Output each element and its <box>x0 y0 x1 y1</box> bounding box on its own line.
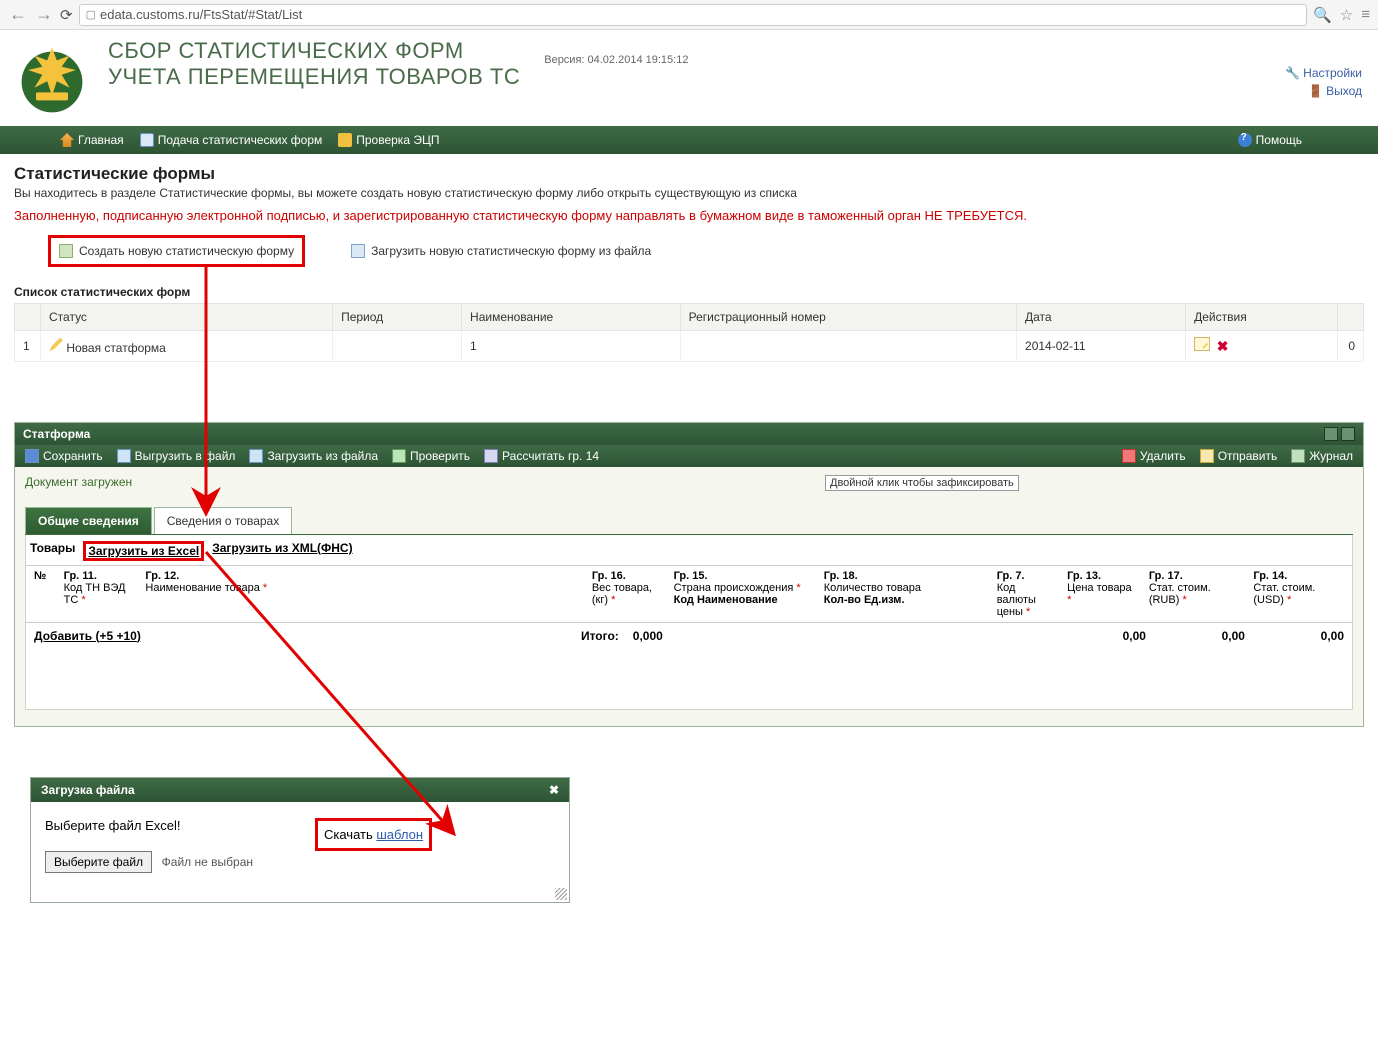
url-text: edata.customs.ru/FtsStat/#Stat/List <box>100 7 302 22</box>
dialog-close-icon[interactable]: ✖ <box>549 783 559 797</box>
table-row[interactable]: 1 Новая статформа 1 2014-02-11 ✖ 0 <box>15 331 1364 362</box>
nav-home[interactable]: Главная <box>60 133 124 147</box>
trash-icon <box>1122 449 1136 463</box>
app-header: СБОР СТАТИСТИЧЕСКИХ ФОРМ УЧЕТА ПЕРЕМЕЩЕН… <box>0 30 1378 126</box>
col-date[interactable]: Дата <box>1017 304 1186 331</box>
delete-button[interactable]: Удалить <box>1122 449 1186 463</box>
app-title-1: СБОР СТАТИСТИЧЕСКИХ ФОРМ <box>108 38 520 64</box>
star-icon[interactable]: ☆ <box>1340 6 1353 24</box>
search-icon[interactable]: 🔍 <box>1313 6 1332 24</box>
pencil-icon <box>49 338 63 352</box>
page-subtitle: Вы находитесь в разделе Статистические ф… <box>14 186 1364 200</box>
notice-text: Заполненную, подписанную электронной под… <box>14 208 1364 223</box>
check-button[interactable]: Проверить <box>392 449 470 463</box>
send-button[interactable]: Отправить <box>1200 449 1278 463</box>
app-title-2: УЧЕТА ПЕРЕМЕЩЕНИЯ ТОВАРОВ ТС <box>108 64 520 90</box>
edit-icon[interactable] <box>1194 337 1210 351</box>
totals-row: Добавить (+5 +10) Итого: 0,000 0,00 0,00… <box>26 622 1352 649</box>
journal-button[interactable]: Журнал <box>1291 449 1353 463</box>
browser-toolbar: ← → ⟳ ▢ edata.customs.ru/FtsStat/#Stat/L… <box>0 0 1378 30</box>
choose-file-button[interactable]: Выберите файл <box>45 851 152 873</box>
col-actions[interactable]: Действия <box>1186 304 1338 331</box>
load-excel-link[interactable]: Загрузить из Excel <box>88 544 199 558</box>
goods-header: № Гр. 11.Код ТН ВЭД ТС * Гр. 12.Наименов… <box>26 565 1352 622</box>
main-nav: Главная Подача статистических форм Прове… <box>0 126 1378 154</box>
tooltip: Двойной клик чтобы зафиксировать <box>825 475 1019 491</box>
address-bar[interactable]: ▢ edata.customs.ru/FtsStat/#Stat/List <box>79 4 1308 26</box>
delete-icon[interactable]: ✖ <box>1217 338 1229 354</box>
new-form-icon <box>59 244 73 258</box>
home-icon <box>60 133 74 147</box>
exit-link[interactable]: 🚪Выход <box>1285 84 1362 98</box>
page-title: Статистические формы <box>14 164 1364 184</box>
import-icon <box>249 449 263 463</box>
nav-help[interactable]: Помощь <box>1238 133 1302 147</box>
maximize-icon[interactable] <box>1324 427 1338 441</box>
document-icon <box>140 133 154 147</box>
back-button[interactable]: ← <box>8 4 28 25</box>
dialog-title: Загрузка файла <box>41 783 135 797</box>
import-button[interactable]: Загрузить из файла <box>249 449 378 463</box>
forward-button[interactable]: → <box>34 4 54 25</box>
wrench-icon: 🔧 <box>1285 66 1299 80</box>
settings-link[interactable]: 🔧Настройки <box>1285 66 1362 80</box>
nav-check[interactable]: Проверка ЭЦП <box>338 133 439 147</box>
journal-icon <box>1291 449 1305 463</box>
upload-form-button[interactable]: Загрузить новую статистическую форму из … <box>345 240 657 262</box>
calc-button[interactable]: Рассчитать гр. 14 <box>484 449 599 463</box>
nav-submit[interactable]: Подача статистических форм <box>140 133 323 147</box>
export-icon <box>117 449 131 463</box>
mail-icon <box>1200 449 1214 463</box>
upload-dialog: Загрузка файла ✖ Выберите файл Excel! Вы… <box>30 777 570 903</box>
door-icon: 🚪 <box>1308 84 1322 98</box>
goods-label: Товары <box>30 541 75 561</box>
no-file-label: Файл не выбран <box>162 855 253 869</box>
save-button[interactable]: Сохранить <box>25 449 103 463</box>
create-form-button[interactable]: Создать новую статистическую форму <box>53 240 300 262</box>
tab-general[interactable]: Общие сведения <box>25 507 152 534</box>
dialog-prompt: Выберите файл Excel! <box>45 818 285 833</box>
col-reg[interactable]: Регистрационный номер <box>680 304 1016 331</box>
status-message: Документ загружен <box>25 475 1353 489</box>
version-label: Версия: 04.02.2014 19:15:12 <box>544 54 688 66</box>
add-row-link[interactable]: Добавить (+5 +10) <box>34 629 141 643</box>
col-period[interactable]: Период <box>333 304 462 331</box>
page-icon: ▢ <box>86 8 96 21</box>
menu-icon[interactable]: ≡ <box>1361 6 1370 23</box>
close-panel-icon[interactable] <box>1341 427 1355 441</box>
calc-icon <box>484 449 498 463</box>
col-status[interactable]: Статус <box>41 304 333 331</box>
forms-table: Статус Период Наименование Регистрационн… <box>14 303 1364 362</box>
template-link[interactable]: шаблон <box>376 827 423 842</box>
tab-goods[interactable]: Сведения о товарах <box>154 507 292 534</box>
help-icon <box>1238 133 1252 147</box>
reload-button[interactable]: ⟳ <box>60 6 73 24</box>
disk-icon <box>25 449 39 463</box>
list-title: Список статистических форм <box>14 285 1364 299</box>
upload-icon <box>351 244 365 258</box>
resize-grip[interactable] <box>555 888 567 900</box>
panel-toolbar: Сохранить Выгрузить в файл Загрузить из … <box>15 445 1363 467</box>
emblem-icon <box>12 38 92 118</box>
key-icon <box>338 133 352 147</box>
panel-title-bar: Статформа <box>15 423 1363 445</box>
statform-panel: Статформа Сохранить Выгрузить в файл Заг… <box>14 422 1364 727</box>
load-xml-link[interactable]: Загрузить из XML(ФНС) <box>212 541 352 561</box>
col-name[interactable]: Наименование <box>462 304 681 331</box>
export-button[interactable]: Выгрузить в файл <box>117 449 236 463</box>
check-icon <box>392 449 406 463</box>
